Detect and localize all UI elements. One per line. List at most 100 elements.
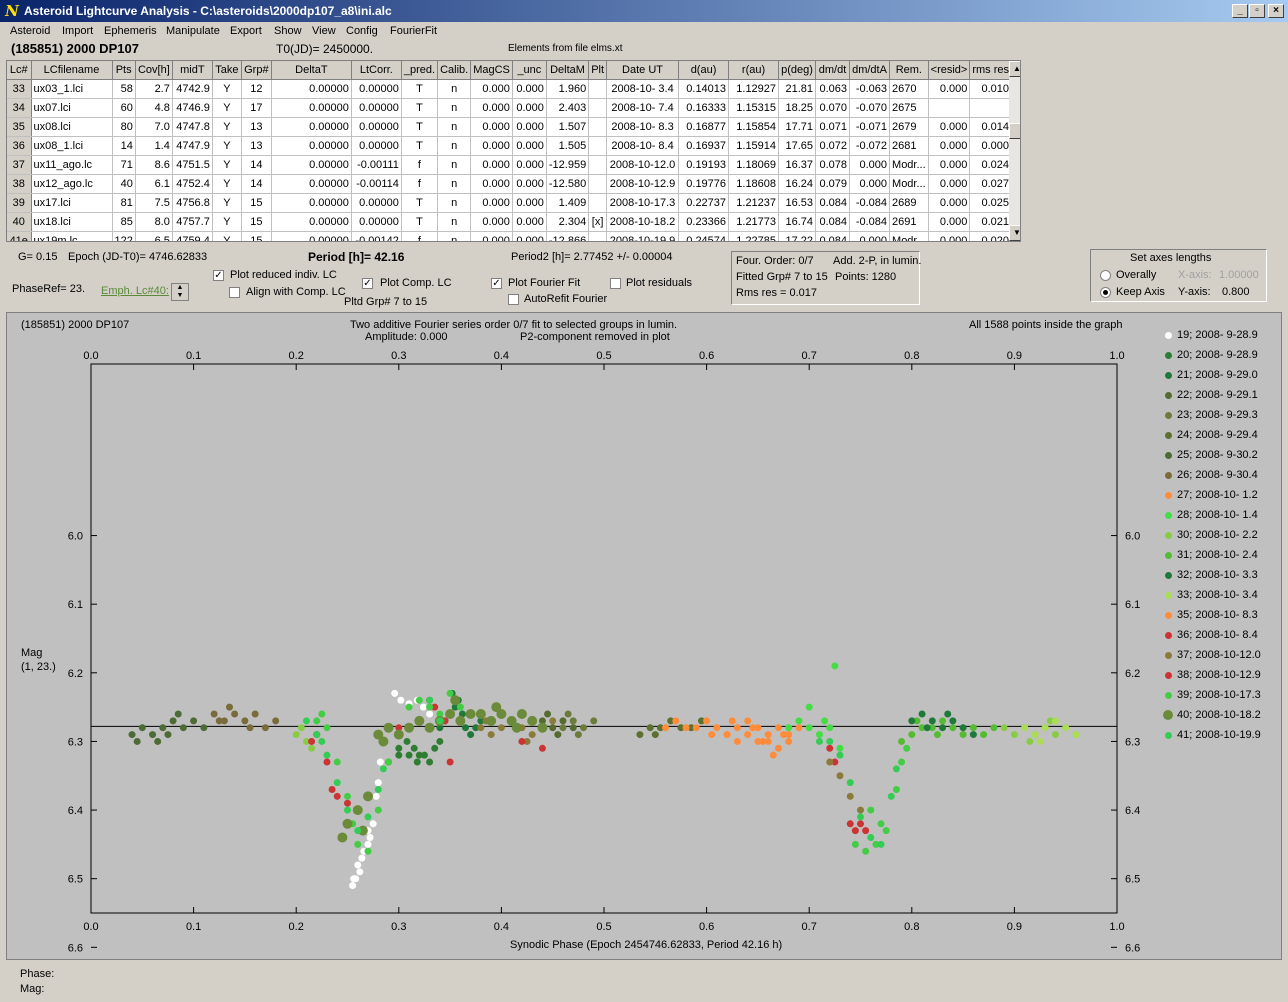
table-cell[interactable]: 0.000 <box>928 117 971 137</box>
table-cell[interactable]: [x] <box>588 212 608 232</box>
table-cell[interactable]: T <box>401 212 439 232</box>
table-cell[interactable]: 71 <box>112 155 136 175</box>
table-cell[interactable]: 0.000 <box>512 231 547 241</box>
table-cell[interactable]: 17 <box>241 98 272 118</box>
table-cell[interactable]: 0.00000 <box>271 212 352 232</box>
table-cell[interactable]: ux19m.lc <box>31 231 113 241</box>
table-cell[interactable]: 2.304 <box>546 212 590 232</box>
table-cell[interactable] <box>588 98 608 118</box>
table-cell[interactable]: 34 <box>7 98 32 118</box>
table-cell[interactable]: n <box>437 193 472 213</box>
autorefit-checkbox[interactable] <box>508 294 519 305</box>
column-header[interactable]: Plt <box>588 61 608 80</box>
table-cell[interactable]: 0.00000 <box>271 136 352 156</box>
menu-config[interactable]: Config <box>346 25 378 37</box>
table-cell[interactable]: 38 <box>7 174 32 194</box>
table-cell[interactable]: 0.079 <box>815 174 851 194</box>
close-button[interactable]: × <box>1268 4 1284 18</box>
x-axis-value[interactable]: 1.00000 <box>1219 269 1259 281</box>
table-row[interactable]: 38 ux12_ago.lc 40 6.1 4752.4 Y 14 0.00000 -0.001… <box>7 174 1013 194</box>
table-cell[interactable]: Y <box>212 117 242 137</box>
menu-export[interactable]: Export <box>230 25 262 37</box>
table-cell[interactable]: ux18.lci <box>31 212 113 232</box>
table-cell[interactable]: 0.084 <box>815 212 851 232</box>
table-cell[interactable]: -12.580 <box>546 174 590 194</box>
plot-comp-checkbox[interactable]: ✓ <box>362 278 373 289</box>
table-cell[interactable]: 4752.4 <box>172 174 213 194</box>
minimize-button[interactable]: _ <box>1232 4 1248 18</box>
table-cell[interactable]: 0.00000 <box>351 136 402 156</box>
scroll-thumb[interactable] <box>1009 123 1020 139</box>
table-cell[interactable]: 14 <box>112 136 136 156</box>
table-cell[interactable] <box>588 136 608 156</box>
menu-fourierfit[interactable]: FourierFit <box>390 25 437 37</box>
table-cell[interactable]: 0.24574 <box>678 231 730 241</box>
table-cell[interactable]: 1.21237 <box>728 193 780 213</box>
table-cell[interactable]: 0.000 <box>512 117 547 137</box>
table-cell[interactable]: ux07.lci <box>31 98 113 118</box>
table-cell[interactable]: 1.409 <box>546 193 590 213</box>
table-cell[interactable]: 0.00000 <box>271 155 352 175</box>
lightcurve-plot[interactable]: 0.0 0.0 0.1 0.1 0.2 0.2 0.3 0.3 0.4 0.4 0.5 0.5 0.6 0… <box>6 312 1282 960</box>
table-cell[interactable] <box>588 155 608 175</box>
table-cell[interactable]: n <box>437 174 472 194</box>
table-cell[interactable]: 0.000 <box>849 155 891 175</box>
table-cell[interactable]: 0.000 <box>470 117 513 137</box>
table-cell[interactable]: -0.084 <box>849 212 891 232</box>
table-cell[interactable]: 16.24 <box>778 174 817 194</box>
table-cell[interactable]: 58 <box>112 79 136 99</box>
table-cell[interactable]: 0.000 <box>928 193 971 213</box>
maximize-button[interactable]: ▫ <box>1249 4 1265 18</box>
table-cell[interactable]: T <box>401 193 439 213</box>
plot-residuals-checkbox[interactable] <box>610 278 621 289</box>
table-cell[interactable]: ux17.lci <box>31 193 113 213</box>
menu-ephemeris[interactable]: Ephemeris <box>104 25 157 37</box>
table-cell[interactable]: 16.53 <box>778 193 817 213</box>
table-cell[interactable]: Y <box>212 212 242 232</box>
table-cell[interactable]: 1.507 <box>546 117 590 137</box>
table-row[interactable]: 40 ux18.lci 85 8.0 4757.7 Y 15 0.00000 0.00000 Tn… <box>7 212 1013 232</box>
table-cell[interactable]: 12 <box>241 79 272 99</box>
table-cell[interactable]: 35 <box>7 117 32 137</box>
table-cell[interactable]: 2008-10- 3.4 <box>606 79 680 99</box>
table-cell[interactable]: 1.960 <box>546 79 590 99</box>
table-row[interactable]: 35 ux08.lci 80 7.0 4747.8 Y 13 0.00000 0.00000 Tn… <box>7 117 1013 137</box>
table-cell[interactable]: 0.072 <box>815 136 851 156</box>
table-cell[interactable] <box>588 79 608 99</box>
table-cell[interactable]: 0.19776 <box>678 174 730 194</box>
table-cell[interactable]: 2008-10-18.2 <box>606 212 680 232</box>
table-cell[interactable]: 2008-10-12.0 <box>606 155 680 175</box>
table-cell[interactable]: Y <box>212 98 242 118</box>
keep-axis-radio[interactable] <box>1100 287 1111 298</box>
table-row[interactable]: 41e ux19m.lc 122 6.5 4759.4 Y 15 0.00000 -0.0014… <box>7 231 1013 241</box>
table-cell[interactable]: 39 <box>7 193 32 213</box>
table-cell[interactable] <box>928 98 971 118</box>
table-cell[interactable]: 4746.9 <box>172 98 213 118</box>
table-cell[interactable]: 1.18608 <box>728 174 780 194</box>
table-cell[interactable]: 17.22 <box>778 231 817 241</box>
table-cell[interactable]: 0.000 <box>512 212 547 232</box>
table-cell[interactable]: 1.505 <box>546 136 590 156</box>
column-header[interactable]: DeltaM <box>546 61 590 80</box>
table-cell[interactable]: 0.000 <box>928 136 971 156</box>
table-cell[interactable]: n <box>437 136 472 156</box>
lightcurve-table[interactable]: Lc# LCfilename Pts Cov[h] midT Take Grp# DeltaT… <box>6 60 1021 242</box>
table-cell[interactable]: ux08.lci <box>31 117 113 137</box>
table-cell[interactable]: 21.81 <box>778 79 817 99</box>
table-cell[interactable]: 36 <box>7 136 32 156</box>
table-cell[interactable]: 6.5 <box>135 231 173 241</box>
table-cell[interactable]: Modr... <box>889 155 929 175</box>
table-cell[interactable]: 0.084 <box>815 231 851 241</box>
table-cell[interactable]: 0.00000 <box>351 212 402 232</box>
table-cell[interactable]: 0.024 <box>969 155 1013 175</box>
table-cell[interactable]: 0.000 <box>512 98 547 118</box>
table-cell[interactable]: 0.00000 <box>271 193 352 213</box>
column-header[interactable]: Take <box>212 61 242 80</box>
table-cell[interactable]: 0.020 <box>969 231 1013 241</box>
table-cell[interactable]: 0.000 <box>512 136 547 156</box>
table-cell[interactable]: 0.23366 <box>678 212 730 232</box>
y-axis-value[interactable]: 0.800 <box>1222 286 1250 298</box>
table-cell[interactable]: 41e <box>7 231 32 241</box>
table-cell[interactable]: Y <box>212 79 242 99</box>
table-cell[interactable]: 0.014 <box>969 117 1013 137</box>
